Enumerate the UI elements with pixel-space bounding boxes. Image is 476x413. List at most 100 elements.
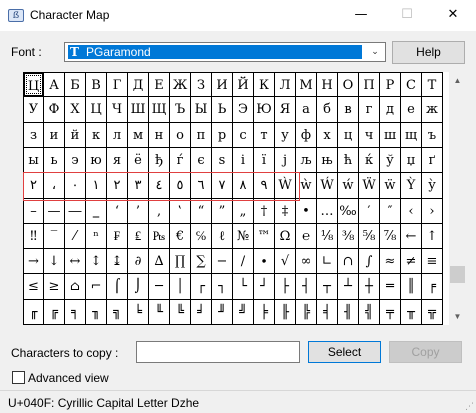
char-cell[interactable]: ∙ — [254, 249, 275, 274]
char-cell[interactable]: і — [233, 148, 254, 173]
char-cell[interactable]: ╣ — [359, 300, 380, 325]
char-cell[interactable]: њ — [317, 148, 338, 173]
char-cell[interactable]: ѓ — [170, 148, 191, 173]
char-cell[interactable]: ╟ — [275, 300, 296, 325]
char-cell[interactable]: ├ — [275, 274, 296, 300]
char-cell[interactable]: и — [44, 123, 65, 148]
char-cell[interactable]: А — [44, 72, 65, 97]
char-cell[interactable]: в — [338, 97, 359, 123]
resize-grip-icon[interactable]: ⋰ — [464, 401, 474, 411]
char-cell[interactable]: Ц — [23, 72, 44, 97]
char-cell[interactable]: ч — [359, 123, 380, 148]
scroll-down-icon[interactable]: ▼ — [449, 308, 466, 325]
char-cell[interactable]: ╖ — [86, 300, 107, 325]
char-cell[interactable]: Ъ — [170, 97, 191, 123]
char-cell[interactable]: И — [212, 72, 233, 97]
char-cell[interactable]: ‚ — [149, 199, 170, 224]
char-cell[interactable]: б — [317, 97, 338, 123]
char-cell[interactable]: ╛ — [191, 300, 212, 325]
char-cell[interactable]: ‰ — [338, 199, 359, 224]
char-cell[interactable]: ║ — [401, 274, 422, 300]
char-cell[interactable]: д — [380, 97, 401, 123]
char-cell[interactable]: Г — [107, 72, 128, 97]
char-cell[interactable]: ╠ — [296, 300, 317, 325]
char-cell[interactable]: Б — [65, 72, 86, 97]
char-cell[interactable]: ٩ — [254, 173, 275, 199]
char-cell[interactable]: ⁿ — [86, 224, 107, 249]
char-cell[interactable]: │ — [170, 274, 191, 300]
char-cell[interactable]: ′ — [359, 199, 380, 224]
char-cell[interactable]: З — [191, 72, 212, 97]
char-cell[interactable]: Ẁ — [275, 173, 296, 199]
char-cell[interactable]: ≤ — [23, 274, 44, 300]
close-button[interactable]: ✕ — [430, 0, 476, 31]
char-cell[interactable]: ― — [65, 199, 86, 224]
char-cell[interactable]: ٦ — [191, 173, 212, 199]
char-cell[interactable]: ⌡ — [128, 274, 149, 300]
scroll-thumb[interactable] — [450, 266, 465, 283]
char-cell[interactable]: ‼ — [23, 224, 44, 249]
char-cell[interactable]: ↨ — [107, 249, 128, 274]
char-cell[interactable]: € — [170, 224, 191, 249]
char-cell[interactable]: … — [317, 199, 338, 224]
char-cell[interactable]: ╦ — [422, 300, 443, 325]
char-cell[interactable]: к — [86, 123, 107, 148]
char-cell[interactable]: “ — [191, 199, 212, 224]
char-cell[interactable]: ٨ — [233, 173, 254, 199]
char-cell[interactable]: ╝ — [233, 300, 254, 325]
char-cell[interactable]: ў — [380, 148, 401, 173]
char-cell[interactable]: С — [401, 72, 422, 97]
char-cell[interactable]: П — [359, 72, 380, 97]
char-cell[interactable]: м — [128, 123, 149, 148]
char-cell[interactable]: ↑ — [422, 224, 443, 249]
char-cell[interactable]: ∞ — [296, 249, 317, 274]
char-cell[interactable]: ≈ — [380, 249, 401, 274]
advanced-view-label[interactable]: Advanced view — [28, 371, 109, 385]
char-cell[interactable]: ћ — [338, 148, 359, 173]
char-cell[interactable]: ỳ — [422, 173, 443, 199]
char-cell[interactable]: ц — [338, 123, 359, 148]
char-cell[interactable]: ╚ — [170, 300, 191, 325]
char-cell[interactable]: ╥ — [401, 300, 422, 325]
char-cell[interactable]: ↕ — [86, 249, 107, 274]
char-cell[interactable]: ю — [86, 148, 107, 173]
char-cell[interactable]: ⅛ — [317, 224, 338, 249]
char-cell[interactable]: О — [338, 72, 359, 97]
chevron-down-icon[interactable]: ⌄ — [367, 43, 383, 61]
char-cell[interactable]: ٣ — [128, 173, 149, 199]
char-cell[interactable]: ъ — [422, 123, 443, 148]
char-cell[interactable]: ы — [23, 148, 44, 173]
char-cell[interactable]: — — [44, 199, 65, 224]
minimize-button[interactable]: — — [338, 0, 384, 31]
character-grid[interactable]: ЦАБВГДЕЖЗИЙКЛМНОПРСТУФХЦЧШЩЪЫЬЭЮЯабвгдеж… — [23, 72, 443, 325]
char-cell[interactable]: † — [254, 199, 275, 224]
char-cell[interactable]: ђ — [149, 148, 170, 173]
char-cell[interactable]: ٢ — [107, 173, 128, 199]
char-cell[interactable]: ⅞ — [380, 224, 401, 249]
char-cell[interactable]: → — [23, 249, 44, 274]
char-cell[interactable]: ℓ — [212, 224, 233, 249]
char-cell[interactable]: ј — [275, 148, 296, 173]
char-cell[interactable]: ѕ — [212, 148, 233, 173]
char-cell[interactable]: ™ — [254, 224, 275, 249]
char-cell[interactable]: ≡ — [422, 249, 443, 274]
char-cell[interactable]: ┐ — [212, 274, 233, 300]
char-cell[interactable]: ⌐ — [86, 274, 107, 300]
char-cell[interactable]: ┘ — [254, 274, 275, 300]
advanced-view-checkbox[interactable] — [12, 371, 25, 384]
char-cell[interactable]: ∆ — [149, 249, 170, 274]
char-cell[interactable]: ┴ — [338, 274, 359, 300]
char-cell[interactable]: Ь — [212, 97, 233, 123]
char-cell[interactable]: Ш — [128, 97, 149, 123]
char-cell[interactable]: н — [149, 123, 170, 148]
char-cell[interactable]: ٠ — [65, 173, 86, 199]
char-cell[interactable]: ∟ — [317, 249, 338, 274]
char-cell[interactable]: ẁ — [296, 173, 317, 199]
char-cell[interactable]: У — [23, 97, 44, 123]
char-cell[interactable]: ℮ — [296, 224, 317, 249]
char-cell[interactable]: ╤ — [380, 300, 401, 325]
char-cell[interactable]: • — [296, 199, 317, 224]
char-cell[interactable]: а — [296, 97, 317, 123]
select-button[interactable]: Select — [308, 341, 381, 363]
char-cell[interactable]: ٥ — [170, 173, 191, 199]
